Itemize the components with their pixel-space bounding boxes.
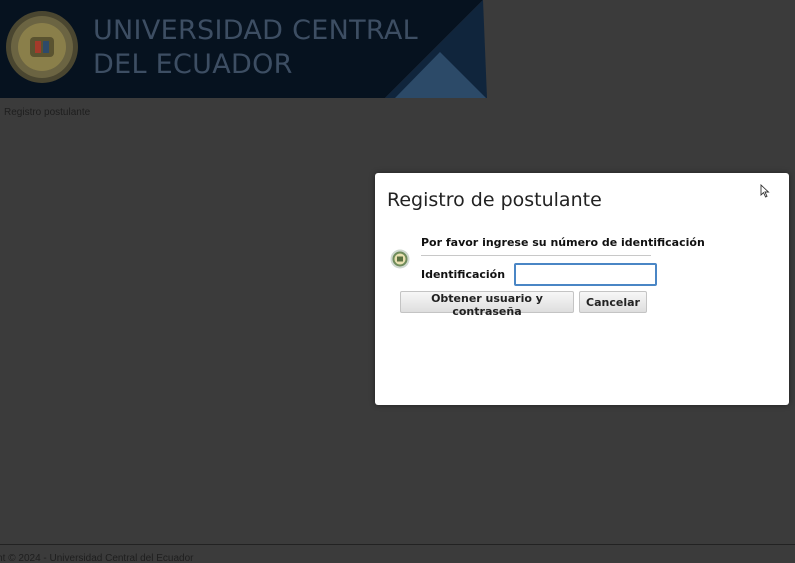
university-seal-icon: [6, 11, 78, 83]
registration-dialog: Registro de postulante Por favor ingrese…: [375, 173, 789, 405]
identification-input[interactable]: [514, 263, 657, 286]
identification-label: Identificación: [421, 268, 506, 281]
cancel-button[interactable]: Cancelar: [579, 291, 647, 313]
get-credentials-button[interactable]: Obtener usuario y contraseña: [400, 291, 574, 318]
university-seal-icon: [390, 249, 410, 269]
page-header: UNIVERSIDAD CENTRAL DEL ECUADOR: [0, 0, 795, 98]
footer-divider: [0, 544, 795, 545]
divider: [421, 255, 651, 256]
mouse-pointer-icon: [760, 184, 770, 198]
identification-prompt: Por favor ingrese su número de identific…: [421, 236, 705, 249]
dialog-title: Registro de postulante: [387, 189, 602, 211]
university-title: UNIVERSIDAD CENTRAL DEL ECUADOR: [93, 14, 418, 82]
university-title-line1: UNIVERSIDAD CENTRAL: [93, 15, 418, 46]
university-title-line2: DEL ECUADOR: [93, 49, 293, 80]
footer-copyright: right © 2024 - Universidad Central del E…: [0, 553, 194, 563]
breadcrumb: Registro postulante: [4, 107, 91, 118]
